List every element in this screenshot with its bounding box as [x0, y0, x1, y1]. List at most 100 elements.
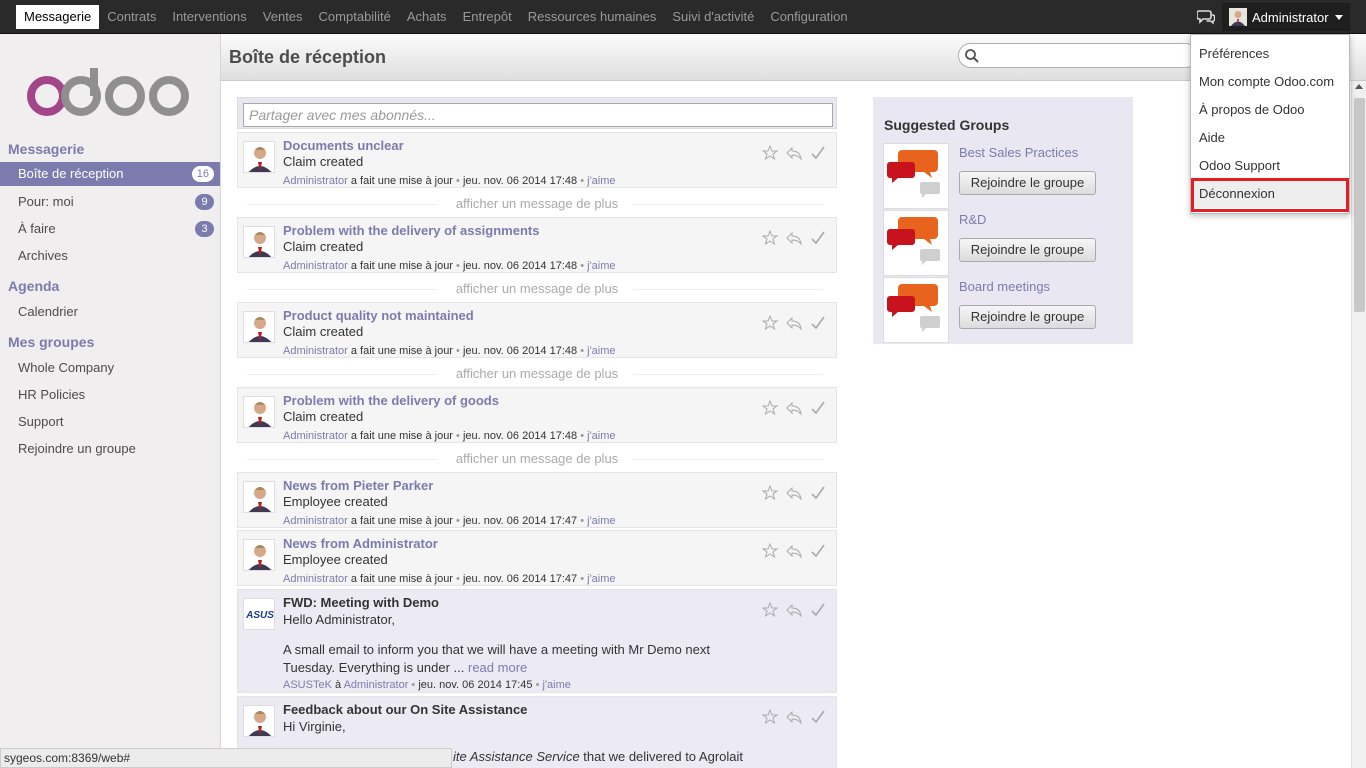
- reply-icon[interactable]: [786, 145, 802, 161]
- menu-contrats[interactable]: Contrats: [99, 5, 164, 29]
- sidebar-item-todo[interactable]: À faire 3: [0, 217, 220, 241]
- share-input[interactable]: Partager avec mes abonnés...: [243, 103, 833, 127]
- menu-item-preferences[interactable]: Préférences: [1191, 40, 1349, 68]
- sidebar-item-support[interactable]: Support: [0, 410, 220, 434]
- sidebar-item-join-group[interactable]: Rejoindre un groupe: [0, 437, 220, 461]
- message-item[interactable]: Documents unclear Claim created Administ…: [237, 132, 837, 188]
- star-icon[interactable]: [761, 708, 779, 725]
- read-more-link[interactable]: read more: [468, 660, 527, 675]
- like-link[interactable]: j'aime: [587, 515, 615, 527]
- like-link[interactable]: j'aime: [543, 679, 571, 691]
- odoo-logo[interactable]: [26, 66, 196, 116]
- author-avatar[interactable]: [243, 141, 275, 173]
- message-subject[interactable]: Feedback about our On Site Assistance: [283, 702, 527, 717]
- sidebar-item-hr-policies[interactable]: HR Policies: [0, 383, 220, 407]
- author-avatar[interactable]: [243, 311, 275, 343]
- menu-interventions[interactable]: Interventions: [164, 5, 254, 29]
- menu-configuration[interactable]: Configuration: [762, 5, 855, 29]
- check-icon[interactable]: [810, 709, 826, 725]
- show-more-link[interactable]: afficher un message de plus: [237, 281, 837, 297]
- author-avatar[interactable]: [243, 481, 275, 513]
- menu-item-help[interactable]: Aide: [1191, 124, 1349, 152]
- sidebar-item-calendar[interactable]: Calendrier: [0, 300, 220, 324]
- show-more-link[interactable]: afficher un message de plus: [237, 196, 837, 212]
- group-chat-icon[interactable]: [883, 210, 949, 276]
- menu-item-about[interactable]: À propos de Odoo: [1191, 96, 1349, 124]
- author-avatar[interactable]: [243, 705, 275, 737]
- message-item[interactable]: Problem with the delivery of goods Claim…: [237, 387, 837, 443]
- group-name-link[interactable]: Best Sales Practices: [959, 145, 1078, 160]
- menu-entrepot[interactable]: Entrepôt: [455, 5, 520, 29]
- check-icon[interactable]: [810, 145, 826, 161]
- group-chat-icon[interactable]: [883, 143, 949, 209]
- group-name-link[interactable]: Board meetings: [959, 279, 1050, 294]
- author-link[interactable]: Administrator: [283, 430, 348, 442]
- show-more-link[interactable]: afficher un message de plus: [237, 451, 837, 467]
- reply-icon[interactable]: [786, 602, 802, 618]
- message-subject[interactable]: News from Pieter Parker: [283, 478, 433, 493]
- like-link[interactable]: j'aime: [587, 573, 615, 585]
- like-link[interactable]: j'aime: [587, 345, 615, 357]
- author-link[interactable]: Administrator: [283, 573, 348, 585]
- author-link[interactable]: Administrator: [283, 260, 348, 272]
- show-more-link[interactable]: afficher un message de plus: [237, 366, 837, 382]
- star-icon[interactable]: [761, 144, 779, 161]
- star-icon[interactable]: [761, 484, 779, 501]
- menu-ventes[interactable]: Ventes: [255, 5, 311, 29]
- like-link[interactable]: j'aime: [587, 175, 615, 187]
- vertical-scrollbar[interactable]: [1351, 81, 1366, 768]
- check-icon[interactable]: [810, 543, 826, 559]
- menu-achats[interactable]: Achats: [399, 5, 455, 29]
- author-avatar[interactable]: [243, 396, 275, 428]
- sidebar-item-whole-company[interactable]: Whole Company: [0, 356, 220, 380]
- check-icon[interactable]: [810, 315, 826, 331]
- scroll-up-arrow-icon[interactable]: [1355, 84, 1363, 89]
- message-subject[interactable]: Problem with the delivery of goods: [283, 393, 499, 408]
- reply-icon[interactable]: [786, 230, 802, 246]
- scroll-thumb[interactable]: [1354, 98, 1365, 312]
- sidebar-item-to-me[interactable]: Pour: moi 9: [0, 190, 220, 214]
- author-avatar[interactable]: [243, 226, 275, 258]
- reply-icon[interactable]: [786, 709, 802, 725]
- company-avatar[interactable]: ASUS: [243, 598, 275, 630]
- star-icon[interactable]: [761, 601, 779, 618]
- group-chat-icon[interactable]: [883, 277, 949, 343]
- join-group-button[interactable]: Rejoindre le groupe: [959, 238, 1096, 262]
- like-link[interactable]: j'aime: [587, 260, 615, 272]
- user-menu-toggle[interactable]: Administrator: [1222, 3, 1350, 31]
- chat-icon[interactable]: [1197, 9, 1215, 25]
- group-name-link[interactable]: R&D: [959, 212, 986, 227]
- reply-icon[interactable]: [786, 485, 802, 501]
- message-subject[interactable]: Problem with the delivery of assignments: [283, 223, 539, 238]
- join-group-button[interactable]: Rejoindre le groupe: [959, 305, 1096, 329]
- reply-icon[interactable]: [786, 543, 802, 559]
- join-group-button[interactable]: Rejoindre le groupe: [959, 171, 1096, 195]
- message-item[interactable]: News from Pieter Parker Employee created…: [237, 472, 837, 528]
- check-icon[interactable]: [810, 602, 826, 618]
- menu-item-odoo-account[interactable]: Mon compte Odoo.com: [1191, 68, 1349, 96]
- reply-icon[interactable]: [786, 315, 802, 331]
- recipient-link[interactable]: Administrator: [344, 679, 409, 691]
- menu-item-odoo-support[interactable]: Odoo Support: [1191, 152, 1349, 180]
- author-avatar[interactable]: [243, 539, 275, 571]
- star-icon[interactable]: [761, 542, 779, 559]
- menu-comptabilite[interactable]: Comptabilité: [311, 5, 399, 29]
- star-icon[interactable]: [761, 229, 779, 246]
- author-link[interactable]: Administrator: [283, 345, 348, 357]
- author-link[interactable]: ASUSTeK: [283, 679, 332, 691]
- author-link[interactable]: Administrator: [283, 175, 348, 187]
- message-item[interactable]: Problem with the delivery of assignments…: [237, 217, 837, 273]
- check-icon[interactable]: [810, 230, 826, 246]
- message-item[interactable]: News from Administrator Employee created…: [237, 530, 837, 586]
- author-link[interactable]: Administrator: [283, 515, 348, 527]
- message-item[interactable]: Product quality not maintained Claim cre…: [237, 302, 837, 358]
- sidebar-item-inbox[interactable]: Boîte de réception 16: [0, 162, 220, 186]
- check-icon[interactable]: [810, 400, 826, 416]
- sidebar-item-archives[interactable]: Archives: [0, 244, 220, 268]
- message-subject[interactable]: Product quality not maintained: [283, 308, 474, 323]
- star-icon[interactable]: [761, 399, 779, 416]
- check-icon[interactable]: [810, 485, 826, 501]
- message-subject[interactable]: News from Administrator: [283, 536, 438, 551]
- message-subject[interactable]: FWD: Meeting with Demo: [283, 595, 439, 610]
- star-icon[interactable]: [761, 314, 779, 331]
